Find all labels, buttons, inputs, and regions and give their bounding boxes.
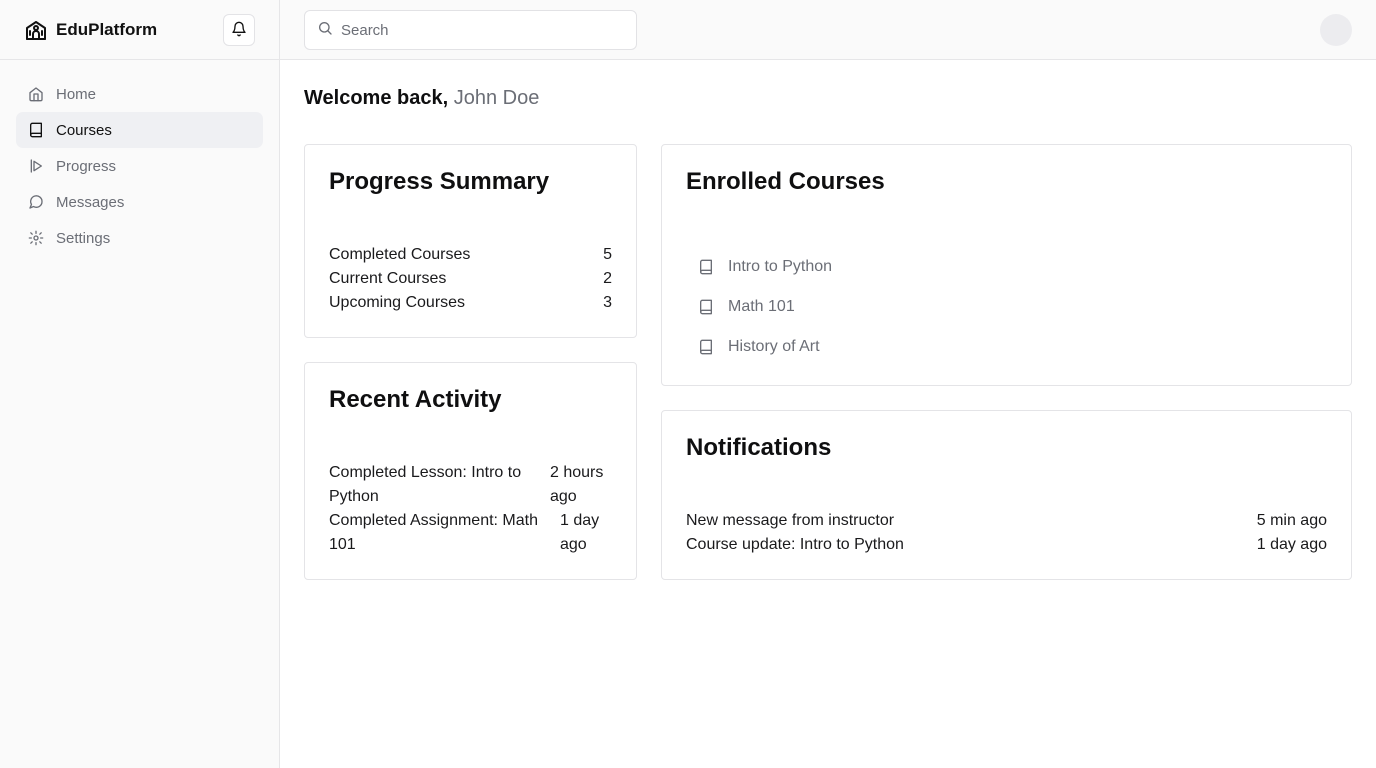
activity-list: Completed Lesson: Intro to Python 2 hour… — [329, 461, 612, 557]
gear-icon — [28, 230, 44, 246]
stat-value: 5 — [603, 246, 612, 263]
top-bar — [280, 0, 1376, 60]
home-icon — [28, 86, 44, 102]
stat-row: Current Courses 2 — [329, 267, 612, 291]
sidebar-item-home[interactable]: Home — [16, 76, 263, 112]
activity-text: Completed Assignment: Math 101 — [329, 512, 538, 553]
sidebar-item-progress[interactable]: Progress — [16, 148, 263, 184]
stat-label: Upcoming Courses — [329, 294, 466, 311]
sidebar-item-settings[interactable]: Settings — [16, 220, 263, 256]
welcome-prefix: Welcome back, — [304, 87, 449, 109]
enrolled-courses-card: Enrolled Courses Intro to Python Math 10… — [661, 144, 1352, 386]
brand: EduPlatform — [0, 0, 279, 60]
course-list: Intro to Python Math 101 History of Art — [686, 247, 1327, 367]
notifications-card: Notifications New message from instructo… — [661, 410, 1352, 580]
course-item[interactable]: Math 101 — [686, 287, 1327, 327]
school-icon — [24, 18, 48, 42]
bell-icon — [231, 21, 247, 40]
book-icon — [698, 259, 714, 275]
course-name: Intro to Python — [728, 258, 833, 275]
sidebar-item-label: Messages — [56, 193, 125, 211]
notification-row[interactable]: New message from instructor 5 min ago — [686, 509, 1327, 533]
card-title: Notifications — [686, 434, 832, 461]
play-icon — [28, 158, 44, 174]
activity-time: 2 hours ago — [550, 464, 604, 505]
course-name: Math 101 — [728, 298, 795, 315]
notification-time: 5 min ago — [1256, 512, 1327, 529]
brand-name[interactable]: EduPlatform — [56, 20, 157, 40]
course-item[interactable]: Intro to Python — [686, 247, 1327, 287]
main-content: Welcome back, John Doe Progress Summary … — [280, 60, 1376, 768]
activity-time: 1 day ago — [560, 512, 600, 553]
sidebar: EduPlatform Home Courses Progress Messag… — [0, 0, 280, 768]
card-title: Progress Summary — [329, 168, 550, 195]
sidebar-item-label: Progress — [56, 157, 117, 175]
stat-row: Upcoming Courses 3 — [329, 291, 612, 315]
stat-label: Current Courses — [329, 270, 447, 287]
search-icon — [317, 20, 333, 41]
notification-text: Course update: Intro to Python — [686, 536, 904, 553]
search-input[interactable] — [341, 21, 621, 39]
notifications-button[interactable] — [223, 14, 255, 46]
stat-list: Completed Courses 5 Current Courses 2 Up… — [329, 243, 612, 315]
page-title: Welcome back, John Doe — [304, 87, 539, 110]
course-name: History of Art — [728, 338, 820, 355]
progress-summary-card: Progress Summary Completed Courses 5 Cur… — [304, 144, 637, 338]
sidebar-item-courses[interactable]: Courses — [16, 112, 263, 148]
stat-value: 3 — [603, 294, 612, 311]
notification-row[interactable]: Course update: Intro to Python 1 day ago — [686, 533, 1327, 557]
activity-text: Completed Lesson: Intro to Python — [329, 464, 522, 505]
notification-time: 1 day ago — [1256, 536, 1327, 553]
book-icon — [698, 299, 714, 315]
notification-text: New message from instructor — [686, 512, 895, 529]
recent-activity-card: Recent Activity Completed Lesson: Intro … — [304, 362, 637, 580]
card-title: Enrolled Courses — [686, 168, 885, 195]
course-item[interactable]: History of Art — [686, 327, 1327, 367]
sidebar-item-messages[interactable]: Messages — [16, 184, 263, 220]
user-name: John Doe — [453, 87, 540, 109]
sidebar-item-label: Home — [56, 85, 97, 103]
stat-label: Completed Courses — [329, 246, 471, 263]
book-icon — [698, 339, 714, 355]
avatar[interactable] — [1320, 14, 1352, 46]
stat-value: 2 — [603, 270, 612, 287]
sidebar-nav: Home Courses Progress Messages Settings — [0, 60, 279, 272]
sidebar-item-label: Courses — [56, 121, 112, 139]
book-icon — [28, 122, 44, 138]
activity-row: Completed Assignment: Math 101 1 day ago — [329, 509, 612, 557]
stat-row: Completed Courses 5 — [329, 243, 612, 267]
sidebar-item-label: Settings — [56, 229, 111, 247]
message-icon — [28, 194, 44, 210]
search-box[interactable] — [304, 10, 637, 50]
notification-list: New message from instructor 5 min ago Co… — [686, 509, 1327, 557]
activity-row: Completed Lesson: Intro to Python 2 hour… — [329, 461, 612, 509]
card-title: Recent Activity — [329, 386, 502, 413]
